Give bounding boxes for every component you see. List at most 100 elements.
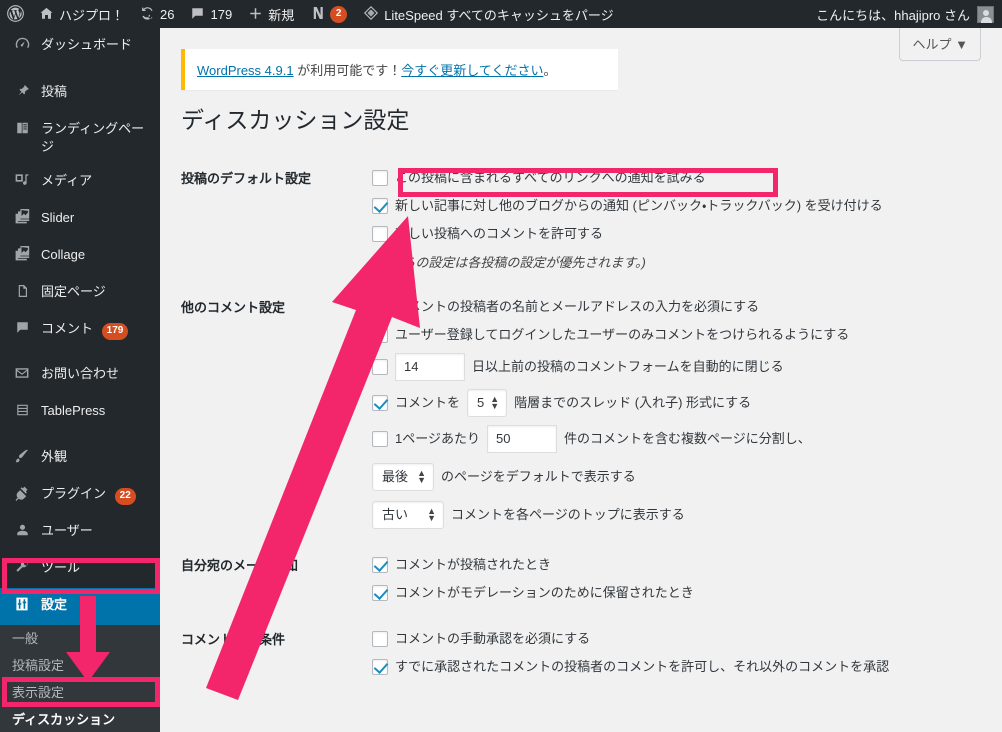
sidebar-item-label: 外観 (41, 449, 68, 464)
checkbox[interactable] (372, 431, 388, 447)
comment-bubble-icon (12, 320, 32, 340)
settings-sliders-icon (12, 596, 32, 617)
submenu-item-1[interactable]: 投稿設定 (0, 652, 160, 679)
admin-bar: ハジプロ！ 26 179 新規 2 LiteSpeed すべてのキャッシュをパー… (0, 0, 1002, 28)
sidebar-item-12[interactable]: ユーザー (0, 514, 160, 551)
help-button[interactable]: ヘルプ ▼ (899, 28, 981, 61)
field-line: すでに承認されたコメントの投稿者のコメントを許可し、それ以外のコメントを承認 (372, 657, 992, 677)
admin-bar-site-name[interactable]: ハジプロ！ (31, 0, 132, 28)
sidebar-item-4[interactable]: Slider (0, 201, 160, 238)
field-line: 古い ▲ ▼ コメントを各ページのトップに表示する (372, 501, 992, 529)
settings-row: 他のコメント設定 コメントの投稿者の名前とメールアドレスの入力を必須にする ユーザー… (160, 284, 1002, 542)
field-label: コメントが投稿されたとき (395, 557, 552, 572)
sidebar-item-2[interactable]: ランディングページ (0, 112, 160, 164)
field-label: この投稿に含まれるすべてのリンクへの通知を試みる (395, 170, 706, 185)
field-label: コメントの投稿者の名前とメールアドレスの入力を必須にする (395, 299, 760, 314)
updates-count-label: 26 (160, 6, 175, 22)
sidebar-item-10[interactable]: 外観 (0, 440, 160, 477)
notice-version-link[interactable]: WordPress 4.9.1 (197, 63, 294, 78)
select-dropdown[interactable]: 5 ▲ ▼ (467, 389, 508, 417)
book-icon (12, 120, 32, 141)
sidebar-item-label: お問い合わせ (41, 366, 120, 381)
number-input[interactable]: 14 (395, 353, 465, 381)
sidebar-item-label: Slider (41, 210, 75, 225)
admin-bar-my-account[interactable]: こんにちは、hhajipro さん (816, 5, 1002, 24)
select-value: 5 (477, 395, 485, 410)
sidebar-item-label: ツール (41, 560, 81, 575)
select-dropdown[interactable]: 古い ▲ ▼ (372, 501, 444, 529)
plus-icon (248, 6, 263, 23)
field-line: 新しい投稿へのコメントを許可する (372, 224, 992, 244)
checkbox[interactable] (372, 585, 388, 601)
pin-icon (12, 83, 32, 104)
sidebar-item-label: 設定 (41, 597, 68, 612)
field-label: コメントの手動承認を必須にする (395, 631, 591, 646)
checkbox[interactable] (372, 198, 388, 214)
admin-bar-new[interactable]: 新規 (240, 0, 302, 28)
update-notice: WordPress 4.9.1 が利用可能です！今すぐ更新してください。 (181, 49, 618, 90)
checkbox[interactable] (372, 395, 388, 411)
sidebar-item-14[interactable]: 設定 (0, 588, 160, 625)
images-stack-icon (12, 209, 32, 230)
home-icon (39, 6, 54, 23)
sidebar-item-5[interactable]: Collage (0, 238, 160, 275)
select-spinner-icon: ▲ ▼ (417, 468, 426, 485)
sidebar-item-9[interactable]: TablePress (0, 394, 160, 431)
yoast-icon (310, 5, 325, 23)
field-line: 最後 ▲ ▼ のページをデフォルトで表示する (372, 463, 992, 491)
checkbox[interactable] (372, 226, 388, 242)
submenu-item-3[interactable]: ディスカッション (0, 706, 160, 732)
section-fields: この投稿に含まれるすべてのリンクへの通知を試みる 新しい記事に対し他のブログからの… (372, 155, 1002, 284)
notice-update-link[interactable]: 今すぐ更新してください (401, 63, 543, 78)
field-label-post: コメントを各ページのトップに表示する (451, 507, 685, 522)
admin-bar-comments[interactable]: 179 (182, 0, 240, 28)
field-line: コメントがモデレーションのために保留されたとき (372, 583, 992, 603)
sidebar-item-11[interactable]: プラグイン 22 (0, 477, 160, 514)
field-line: 14 日以上前の投稿のコメントフォームを自動的に閉じる (372, 353, 992, 381)
submenu-item-label: 一般 (12, 631, 39, 646)
submenu-item-2[interactable]: 表示設定 (0, 679, 160, 706)
admin-bar-litespeed[interactable]: LiteSpeed すべてのキャッシュをパージ (355, 0, 621, 28)
admin-bar-seo[interactable]: 2 (302, 0, 355, 28)
settings-row: コメント表示条件 コメントの手動承認を必須にする すでに承認されたコメントの投稿者の… (160, 616, 1002, 690)
submenu-item-0[interactable]: 一般 (0, 625, 160, 652)
checkbox[interactable] (372, 631, 388, 647)
sidebar-item-13[interactable]: ツール (0, 551, 160, 588)
checkbox[interactable] (372, 327, 388, 343)
checkbox[interactable] (372, 659, 388, 675)
checkbox[interactable] (372, 557, 388, 573)
sidebar-item-label: 固定ページ (41, 284, 106, 299)
field-label-post: 階層までのスレッド (入れ子) 形式にする (514, 395, 752, 410)
sidebar-item-label: ランディングページ (41, 121, 145, 154)
page-title: ディスカッション設定 (181, 107, 410, 133)
select-dropdown[interactable]: 最後 ▲ ▼ (372, 463, 434, 491)
sidebar-item-7[interactable]: コメント 179 (0, 312, 160, 348)
checkbox[interactable] (372, 170, 388, 186)
field-line: コメントの手動承認を必須にする (372, 629, 992, 649)
select-spinner-icon: ▲ ▼ (490, 394, 500, 411)
field-line: ユーザー登録してログインしたユーザーのみコメントをつけられるようにする (372, 325, 992, 345)
site-name-label: ハジプロ！ (59, 7, 125, 23)
admin-sidebar: ダッシュボード 投稿ランディングページメディア Slider Collage 固定ページ… (0, 28, 160, 732)
section-label: 自分宛のメール通知 (181, 558, 299, 573)
field-label: コメントがモデレーションのために保留されたとき (395, 585, 694, 600)
settings-row: 投稿のデフォルト設定 この投稿に含まれるすべてのリンクへの通知を試みる 新しい記事に… (160, 155, 1002, 284)
select-spinner-icon: ▲ ▼ (427, 506, 436, 523)
number-input[interactable]: 50 (486, 425, 557, 453)
sidebar-item-6[interactable]: 固定ページ (0, 275, 160, 312)
brush-icon (12, 448, 32, 469)
sidebar-item-0[interactable]: ダッシュボード (0, 28, 160, 66)
sidebar-item-3[interactable]: メディア (0, 164, 160, 201)
admin-bar-wp-logo[interactable] (0, 0, 31, 28)
greeting-label: こんにちは、hhajipro さん (816, 7, 970, 23)
notice-text-end: 。 (543, 63, 557, 78)
checkbox[interactable] (372, 359, 388, 375)
sidebar-item-8[interactable]: お問い合わせ (0, 357, 160, 394)
chevron-down-icon: ▼ (955, 37, 968, 52)
submenu-item-label: 投稿設定 (12, 658, 65, 673)
wrench-icon (12, 559, 32, 580)
sidebar-item-1[interactable]: 投稿 (0, 75, 160, 112)
checkbox[interactable] (372, 299, 388, 315)
sidebar-item-label: メディア (41, 173, 93, 188)
admin-bar-updates[interactable]: 26 (132, 0, 182, 28)
